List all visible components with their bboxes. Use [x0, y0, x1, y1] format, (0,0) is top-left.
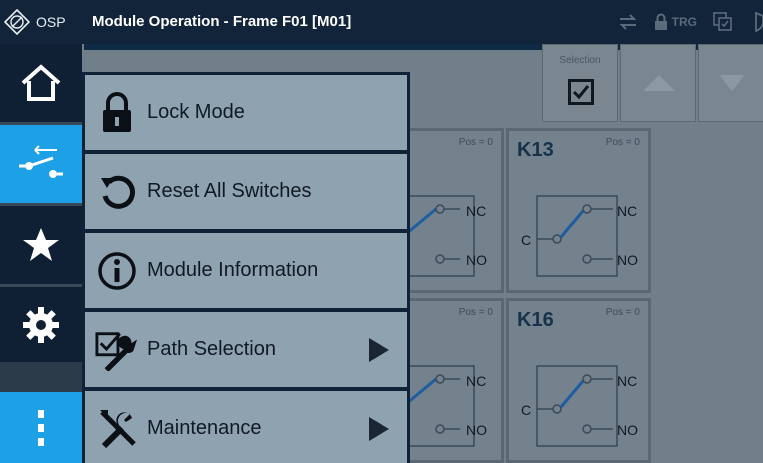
submenu-arrow-icon	[369, 416, 389, 441]
selection-toggle[interactable]: Selection	[542, 44, 618, 122]
no-label: NO	[466, 252, 487, 268]
checkmark-icon	[572, 85, 590, 100]
switch-icon	[19, 145, 63, 178]
home-icon	[21, 64, 61, 101]
info-icon	[95, 249, 139, 293]
tools-icon	[95, 407, 139, 451]
menu-item-path-selection[interactable]: Path Selection	[85, 312, 407, 387]
sidebar-item-more[interactable]	[0, 392, 82, 463]
selection-checkbox[interactable]	[568, 79, 594, 105]
triangle-down-icon	[719, 75, 745, 91]
trigger-lock-indicator[interactable]: TRG	[654, 13, 697, 31]
transfer-arrows-icon[interactable]	[618, 14, 638, 30]
sidebar-item-switches[interactable]	[0, 125, 82, 203]
c-label: C	[521, 402, 532, 418]
scroll-down-button[interactable]	[698, 44, 763, 122]
titlebar-status-icons: TRG	[618, 0, 763, 44]
switch-card-k16[interactable]: K16 Pos = 0 C NC NO	[506, 298, 651, 463]
triangle-up-icon	[643, 75, 675, 91]
rs-logo-icon	[4, 9, 30, 35]
menu-item-module-information[interactable]: Module Information	[85, 233, 407, 308]
sidebar-item-settings[interactable]	[0, 287, 82, 362]
submenu-arrow-icon	[369, 337, 389, 362]
copy-checked-icon[interactable]	[713, 12, 733, 32]
menu-item-lock-mode[interactable]: Lock Mode	[85, 75, 407, 150]
menu-item-label: Module Information	[147, 259, 319, 281]
more-vertical-icon	[38, 409, 44, 446]
nc-label: NC	[617, 203, 638, 219]
gear-icon	[23, 306, 59, 343]
sidebar-spacer	[0, 362, 82, 392]
no-label: NO	[617, 422, 638, 438]
scroll-up-button[interactable]	[620, 44, 696, 122]
nc-label: NC	[617, 373, 638, 389]
sidebar-item-home[interactable]	[0, 44, 82, 122]
menu-item-label: Lock Mode	[147, 101, 245, 123]
star-icon	[23, 228, 59, 261]
app-logo: OSP	[4, 7, 84, 37]
menu-item-maintenance[interactable]: Maintenance	[85, 391, 407, 463]
lock-icon	[95, 91, 139, 135]
app-window: OSP Module Operation - Frame F01 [M01] T…	[0, 0, 763, 463]
sidebar	[0, 44, 82, 463]
menu-item-reset-all-switches[interactable]: Reset All Switches	[85, 154, 407, 229]
shield-lock-icon[interactable]	[749, 12, 763, 32]
reset-icon	[95, 170, 139, 214]
no-label: NO	[617, 252, 638, 268]
nc-label: NC	[466, 373, 487, 389]
window-title: Module Operation - Frame F01 [M01]	[92, 13, 352, 30]
context-menu: Lock Mode Reset All Switches Module Info…	[82, 72, 410, 463]
menu-item-label: Maintenance	[147, 417, 262, 439]
lock-icon	[654, 13, 667, 30]
path-selection-icon	[95, 328, 139, 372]
sidebar-item-favorites[interactable]	[0, 206, 82, 284]
nc-label: NC	[466, 203, 487, 219]
title-bar: OSP Module Operation - Frame F01 [M01] T…	[0, 0, 763, 44]
c-label: C	[521, 232, 532, 248]
switch-card-k13[interactable]: K13 Pos = 0 C NC NO	[506, 128, 651, 293]
trg-label: TRG	[671, 15, 697, 29]
menu-item-label: Path Selection	[147, 338, 276, 360]
selection-label: Selection	[559, 55, 601, 66]
no-label: NO	[466, 422, 487, 438]
app-name: OSP	[36, 14, 66, 30]
menu-item-label: Reset All Switches	[147, 180, 312, 202]
